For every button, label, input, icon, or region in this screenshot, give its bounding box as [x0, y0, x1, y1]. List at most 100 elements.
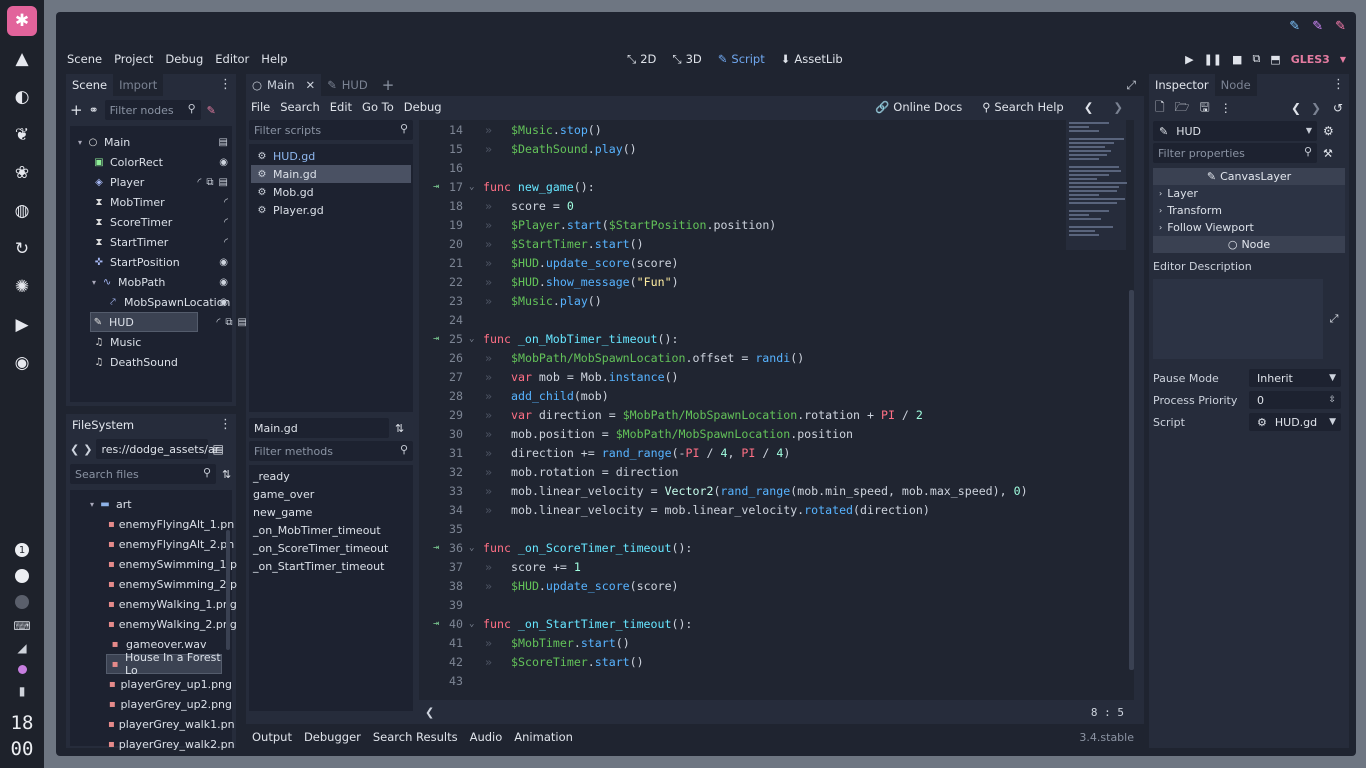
file-item[interactable]: ▪ House In a Forest Lo: [106, 651, 222, 677]
tab-filesystem[interactable]: FileSystem: [66, 414, 141, 436]
property-value-resource[interactable]: ⚙ HUD.gd ▼: [1249, 413, 1341, 431]
code-line[interactable]: 26 » $MobPath/MobSpawnLocation.offset = ra…: [419, 348, 1134, 367]
bottom-tab-animation[interactable]: Animation: [508, 730, 579, 744]
bottom-tab-debugger[interactable]: Debugger: [298, 730, 367, 744]
script-menu-file[interactable]: File: [246, 100, 275, 114]
filter-scripts-input[interactable]: Filter scripts ⚲: [249, 120, 413, 140]
signal-icon[interactable]: ◜: [198, 177, 202, 188]
close-icon[interactable]: ✕: [306, 78, 316, 92]
script-icon[interactable]: ▤: [219, 137, 228, 148]
code-line[interactable]: 31» direction += rand_range(-PI / 4, PI /…: [419, 443, 1134, 462]
code-line[interactable]: 37 » score += 1: [419, 557, 1134, 576]
code-line[interactable]: 27 » var mob = Mob.instance(): [419, 367, 1134, 386]
script-item[interactable]: ⚙ Mob.gd: [251, 183, 411, 201]
method-item[interactable]: new_game: [249, 503, 413, 521]
connected-signal-icon[interactable]: ⇥: [433, 542, 439, 553]
workspace-dot[interactable]: [15, 595, 29, 609]
scene-node-colorrect[interactable]: ▣ ColorRect ◉: [70, 152, 232, 172]
method-item[interactable]: _on_ScoreTimer_timeout: [249, 539, 413, 557]
lotus-icon[interactable]: ❀: [0, 154, 44, 192]
code-line[interactable]: 43: [419, 671, 1134, 690]
code-line[interactable]: 19 » $Player.start($StartPosition.position…: [419, 215, 1134, 234]
aperture-icon[interactable]: ✺: [0, 268, 44, 306]
filter-methods-input[interactable]: Filter methods ⚲: [249, 441, 413, 461]
scene-node-mobpath[interactable]: ▾ ∿ MobPath ◉: [70, 272, 232, 292]
code-line[interactable]: 39: [419, 595, 1134, 614]
add-node-icon[interactable]: +: [70, 101, 83, 119]
renderer-select[interactable]: GLES3: [1291, 53, 1330, 66]
file-item[interactable]: ▪ enemyWalking_1.png: [70, 594, 237, 614]
kebab-menu-icon[interactable]: ⋮: [1332, 77, 1345, 92]
save-resource-icon[interactable]: 🖫: [1200, 98, 1210, 119]
script-attach-icon[interactable]: ✎: [207, 104, 216, 117]
prev-script-icon[interactable]: ❮: [1079, 100, 1099, 114]
workspace-2d[interactable]: ⤡ 2D: [621, 52, 662, 67]
filesystem-scrollbar[interactable]: [226, 530, 230, 650]
code-line[interactable]: ⇥ 25 ⌄ func _on_MobTimer_timeout():: [419, 329, 1134, 348]
open-resource-icon[interactable]: 🗁: [1175, 98, 1190, 119]
code-line[interactable]: 28 » add_child(mob): [419, 386, 1134, 405]
code-line[interactable]: ⇥ 36 ⌄ func _on_ScoreTimer_timeout():: [419, 538, 1134, 557]
signal-icon[interactable]: ◜: [224, 237, 228, 248]
history-forward-icon[interactable]: ❯: [1311, 101, 1321, 115]
bottom-tab-audio[interactable]: Audio: [464, 730, 509, 744]
tab-inspector[interactable]: Inspector: [1149, 74, 1215, 96]
scene-node-main[interactable]: ▾ ○ Main ▤: [70, 132, 232, 152]
pen-pink-icon[interactable]: ✎: [1335, 19, 1346, 34]
visibility-eye-icon[interactable]: ◉: [219, 257, 228, 268]
editor-description-field[interactable]: ⤢: [1153, 279, 1345, 359]
code-line[interactable]: 30 » mob.position = $MobPath/MobSpawnLocat…: [419, 424, 1134, 443]
godot-app-icon[interactable]: ✱: [7, 6, 37, 36]
method-item[interactable]: game_over: [249, 485, 413, 503]
toggle-scripts-panel-icon[interactable]: ❮: [425, 706, 434, 719]
play-scene-icon[interactable]: ⧉: [1252, 52, 1260, 66]
signal-icon[interactable]: ◜: [224, 197, 228, 208]
link-icon[interactable]: ⚭: [89, 103, 99, 117]
scene-node-scoretimer[interactable]: ⧗ ScoreTimer ◜: [70, 212, 232, 232]
editor-scrollbar[interactable]: [1129, 290, 1134, 670]
kebab-menu-icon[interactable]: ⋮: [1220, 101, 1232, 115]
menu-debug[interactable]: Debug: [159, 52, 209, 66]
collapse-arrow-icon[interactable]: ▾: [90, 500, 94, 509]
scene-node-mobspawnlocation[interactable]: ⤤ MobSpawnLocation ◉: [70, 292, 232, 312]
script-menu-go-to[interactable]: Go To: [357, 100, 399, 114]
file-item[interactable]: ▪ enemySwimming_2.p: [70, 574, 237, 594]
menu-project[interactable]: Project: [108, 52, 159, 66]
connected-signal-icon[interactable]: ⇥: [433, 618, 439, 629]
menu-editor[interactable]: Editor: [209, 52, 255, 66]
file-item[interactable]: ▪ playerGrey_walk1.pn: [70, 714, 235, 734]
file-item[interactable]: ▪ playerGrey_up2.png: [70, 694, 232, 714]
property-value-dropdown[interactable]: Inherit ▼: [1249, 369, 1341, 387]
collapse-arrow-icon[interactable]: ▾: [78, 138, 82, 147]
play-circle-icon[interactable]: ▶: [0, 306, 44, 344]
code-line[interactable]: 22 » $HUD.show_message("Fun"): [419, 272, 1134, 291]
workspace-3d[interactable]: ⤡ 3D: [666, 52, 707, 67]
code-line[interactable]: ⇥ 17 ⌄ func new_game():: [419, 177, 1134, 196]
code-minimap[interactable]: [1066, 120, 1127, 250]
bottom-tab-output[interactable]: Output: [246, 730, 298, 744]
file-item[interactable]: ▪ enemySwimming_1.p: [70, 554, 237, 574]
code-line[interactable]: 15 » $DeathSound.play(): [419, 139, 1134, 158]
signal-icon[interactable]: ◜: [217, 317, 221, 328]
next-script-icon[interactable]: ❯: [1108, 100, 1128, 114]
file-item[interactable]: ▪ enemyFlyingAlt_1.pn: [70, 514, 234, 534]
script-icon[interactable]: ▤: [219, 177, 228, 188]
code-line[interactable]: 18 » score = 0: [419, 196, 1134, 215]
scene-node-player[interactable]: ◈ Player ◜ ⧉ ▤: [70, 172, 232, 192]
audio-icon[interactable]: ◉: [0, 344, 44, 382]
moon-icon[interactable]: ◐: [0, 78, 44, 116]
script-tab-main[interactable]: ○ Main ✕: [246, 74, 322, 96]
sort-icon[interactable]: ⇅: [222, 468, 231, 481]
inspector-section-transform[interactable]: › Transform: [1153, 202, 1345, 219]
path-field[interactable]: res://dodge_assets/ar: [96, 439, 219, 459]
pen-blue-icon[interactable]: ✎: [1289, 19, 1300, 34]
renderer-chevron-icon[interactable]: ▼: [1340, 55, 1346, 64]
scene-instance-icon[interactable]: ⧉: [225, 317, 232, 328]
fold-arrow-icon[interactable]: ⌄: [469, 619, 483, 629]
visibility-eye-icon[interactable]: ◉: [219, 157, 228, 168]
menu-scene[interactable]: Scene: [61, 52, 108, 66]
back-icon[interactable]: ❮: [70, 443, 79, 456]
play-custom-scene-icon[interactable]: ⬒: [1270, 53, 1280, 66]
kebab-menu-icon[interactable]: ⋮: [219, 77, 232, 92]
code-line[interactable]: 38 » $HUD.update_score(score): [419, 576, 1134, 595]
